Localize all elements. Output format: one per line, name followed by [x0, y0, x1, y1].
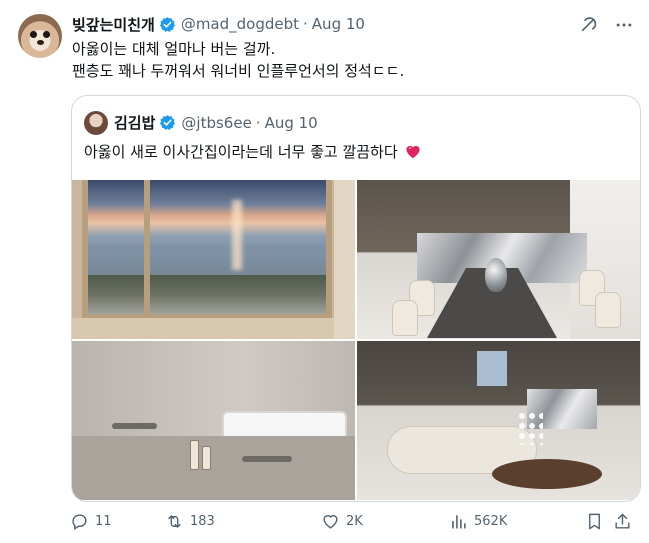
verified-badge-icon: [160, 115, 176, 131]
photo-living-room[interactable]: [357, 341, 640, 500]
photo-chair: [595, 292, 621, 328]
photo-blind: [334, 180, 355, 339]
photo-bottle: [202, 446, 211, 470]
photo-river: [88, 245, 326, 275]
tweet-date[interactable]: Aug 10: [312, 15, 365, 33]
photo-faucet: [242, 456, 292, 462]
views-count: 562K: [474, 514, 508, 529]
tweet-actions-bar: 11 183 2K 562K: [70, 512, 640, 531]
like-button[interactable]: 2K: [321, 512, 449, 531]
reply-count: 11: [95, 514, 112, 529]
tweet-text-line-2: 팬층도 꽤나 두꺼워서 워너비 인플루언서의 정석ㄷㄷ.: [72, 62, 405, 80]
photo-window-mullion: [144, 180, 150, 320]
quoted-tweet-text: 아옳이 새로 이사간집이라는데 너무 좋고 깔끔하다: [84, 143, 398, 161]
grok-icon[interactable]: [577, 14, 599, 36]
author-avatar[interactable]: [18, 14, 62, 58]
quoted-tweet-text-row: 아옳이 새로 이사간집이라는데 너무 좋고 깔끔하다: [84, 142, 422, 162]
views-button[interactable]: 562K: [449, 512, 585, 531]
avatar-nose: [37, 40, 44, 45]
share-icon: [615, 513, 630, 529]
share-button[interactable]: [613, 512, 637, 531]
photo-light-glow: [232, 200, 242, 270]
quoted-author-avatar[interactable]: [84, 111, 108, 135]
photo-counter: [72, 436, 355, 500]
quoted-author-handle[interactable]: @jtbs6ee: [181, 114, 251, 132]
reply-icon: [72, 514, 87, 530]
quoted-tweet[interactable]: 김김밥 @jtbs6ee · Aug 10 아옳이 새로 이사간집이라는데 너무…: [71, 95, 641, 502]
more-icon[interactable]: [613, 14, 635, 36]
photo-window-sill: [72, 318, 355, 339]
photo-window-view[interactable]: [72, 180, 355, 339]
tweet-header: 빚갚는미친개 @mad_dogdebt · Aug 10: [72, 14, 365, 34]
reply-button[interactable]: 11: [70, 512, 165, 531]
avatar-eye-left: [30, 31, 37, 38]
author-display-name[interactable]: 빚갚는미친개: [72, 14, 155, 35]
retweet-count: 183: [190, 514, 215, 529]
photo-vase: [485, 258, 507, 292]
photo-orchid: [517, 411, 543, 445]
bookmark-icon: [589, 513, 600, 530]
sparkling-heart-icon: [406, 145, 420, 159]
photo-dining-room[interactable]: [357, 180, 640, 339]
top-actions: [577, 14, 635, 36]
views-icon: [452, 515, 466, 529]
quoted-author-display-name[interactable]: 김김밥: [114, 112, 155, 133]
header-separator: ·: [303, 15, 308, 33]
verified-badge-icon: [159, 16, 175, 32]
photo-bathroom[interactable]: [72, 341, 355, 500]
bookmark-button[interactable]: [585, 512, 613, 531]
retweet-button[interactable]: 183: [165, 512, 321, 531]
photo-bottle: [190, 440, 199, 470]
photo-window: [477, 351, 507, 386]
photo-chair: [392, 300, 418, 336]
author-handle[interactable]: @mad_dogdebt: [181, 15, 299, 33]
quoted-tweet-date[interactable]: Aug 10: [265, 114, 318, 132]
media-grid: [72, 180, 640, 501]
retweet-icon: [168, 515, 181, 528]
quoted-header-separator: ·: [255, 113, 261, 132]
like-icon: [323, 515, 338, 529]
tweet-text: 아옳이는 대체 얼마나 버는 걸까. 팬층도 꽤나 두꺼워서 워너비 인플루언서…: [72, 38, 632, 82]
quoted-tweet-header: 김김밥 @jtbs6ee · Aug 10: [114, 112, 318, 133]
photo-coffee-table: [492, 459, 602, 489]
like-count: 2K: [346, 514, 363, 529]
tweet-text-line-1: 아옳이는 대체 얼마나 버는 걸까.: [72, 40, 276, 58]
avatar-eye-right: [43, 31, 50, 38]
photo-faucet: [112, 423, 157, 429]
